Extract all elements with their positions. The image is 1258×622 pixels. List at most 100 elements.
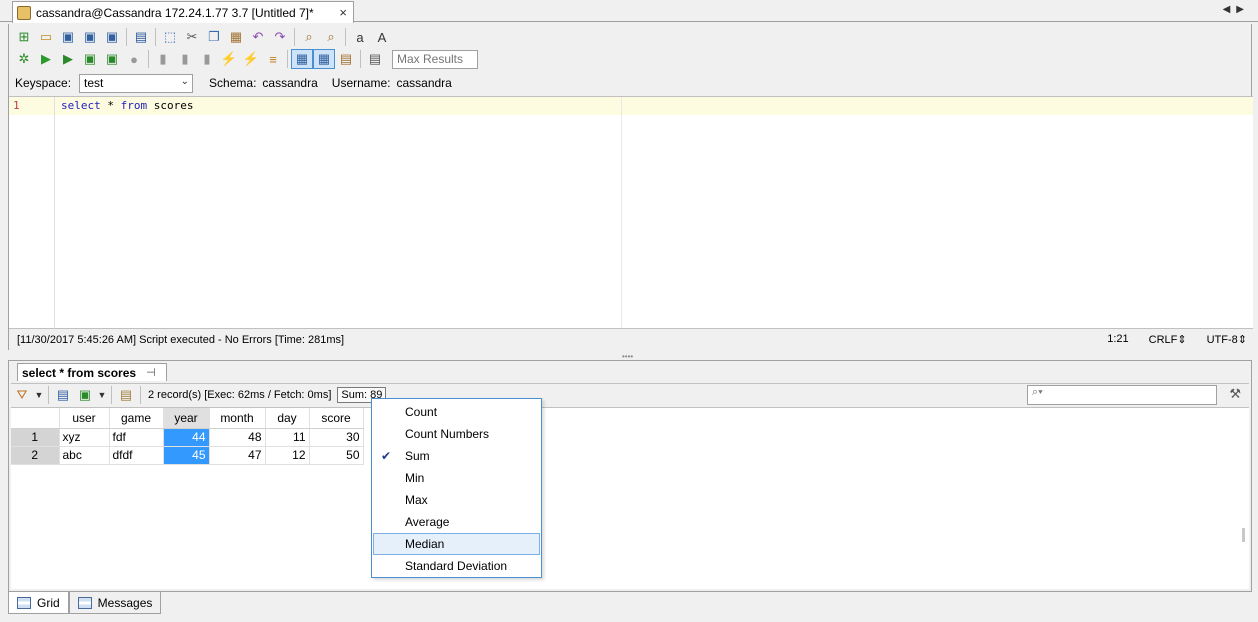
excel-export-icon[interactable]: ▣ bbox=[74, 385, 96, 405]
toolbar-separator bbox=[294, 28, 295, 46]
new-icon[interactable]: ⊞ bbox=[13, 27, 35, 47]
column-header-month[interactable]: month bbox=[209, 408, 266, 429]
chart-icon[interactable]: ⛛ bbox=[11, 385, 33, 405]
chevron-down-icon[interactable]: ▼ bbox=[33, 385, 45, 405]
transaction-begin-icon[interactable]: ▮ bbox=[152, 49, 174, 69]
menu-item-label: Sum bbox=[405, 449, 430, 463]
select-all-icon[interactable]: ⬚ bbox=[159, 27, 181, 47]
document-tab[interactable]: cassandra@Cassandra 172.24.1.77 3.7 [Unt… bbox=[12, 1, 354, 23]
cell-user[interactable]: xyz bbox=[59, 428, 110, 447]
right-margin-line bbox=[621, 97, 622, 328]
undo-icon[interactable]: ↶ bbox=[247, 27, 269, 47]
cell-game[interactable]: dfdf bbox=[109, 446, 164, 465]
keyspace-label: Keyspace: bbox=[15, 76, 72, 90]
cut-icon[interactable]: ✂ bbox=[181, 27, 203, 47]
scrollbar[interactable] bbox=[1242, 528, 1245, 542]
export-icon[interactable]: ▤ bbox=[52, 385, 74, 405]
scroll-right-icon[interactable]: ▶ bbox=[1236, 4, 1250, 15]
results-grid-icon[interactable]: ▦ bbox=[291, 49, 313, 69]
tab-messages[interactable]: Messages bbox=[68, 592, 162, 614]
menu-item-label: Standard Deviation bbox=[405, 559, 508, 573]
pin-icon[interactable]: ⊣ bbox=[146, 366, 156, 379]
open-icon[interactable]: ▭ bbox=[35, 27, 57, 47]
cell-year[interactable]: 45 bbox=[163, 446, 210, 465]
limit-results-icon[interactable]: ▤ bbox=[364, 49, 386, 69]
column-header-score[interactable]: score bbox=[309, 408, 364, 429]
cell-score[interactable]: 30 bbox=[309, 428, 364, 447]
column-header-user[interactable]: user bbox=[59, 408, 110, 429]
column-header-game[interactable]: game bbox=[109, 408, 164, 429]
chevron-down-icon[interactable]: ▼ bbox=[96, 385, 108, 405]
column-header-day[interactable]: day bbox=[265, 408, 310, 429]
font-decrease-icon[interactable]: a bbox=[349, 27, 371, 47]
menu-item-count[interactable]: Count bbox=[373, 401, 540, 423]
stop-icon[interactable]: ● bbox=[123, 49, 145, 69]
encoding-value: UTF-8 bbox=[1206, 334, 1238, 346]
execute-export-icon[interactable]: ▣ bbox=[101, 49, 123, 69]
scroll-left-icon[interactable]: ◀ bbox=[1223, 4, 1237, 15]
encoding-selector[interactable]: UTF-8⇕ bbox=[1207, 333, 1247, 346]
transaction-commit-icon[interactable]: ▮ bbox=[174, 49, 196, 69]
menu-item-count-numbers[interactable]: Count Numbers bbox=[373, 423, 540, 445]
save-all-icon[interactable]: ▣ bbox=[101, 27, 123, 47]
redo-icon[interactable]: ↷ bbox=[269, 27, 291, 47]
transaction-rollback-icon[interactable]: ▮ bbox=[196, 49, 218, 69]
line-ending-selector[interactable]: CRLF⇕ bbox=[1149, 333, 1187, 346]
cell-score[interactable]: 50 bbox=[309, 446, 364, 465]
cell-game[interactable]: fdf bbox=[109, 428, 164, 447]
copy-icon[interactable]: ❐ bbox=[203, 27, 225, 47]
cassandra-connection-icon bbox=[17, 5, 31, 20]
cell-user[interactable]: abc bbox=[59, 446, 110, 465]
save-as-icon[interactable]: ▣ bbox=[79, 27, 101, 47]
execute-current-icon[interactable]: ▶ bbox=[57, 49, 79, 69]
table-row[interactable]: 1 xyz fdf 44 48 11 30 bbox=[11, 428, 364, 447]
cell-month[interactable]: 48 bbox=[209, 428, 266, 447]
find-icon[interactable]: ⌕ bbox=[298, 27, 320, 47]
filter-input[interactable]: ⌕▾ bbox=[1027, 385, 1217, 405]
print-icon[interactable]: ▤ bbox=[130, 27, 152, 47]
results-split-icon[interactable]: ▦ bbox=[313, 49, 335, 69]
tab-grid-label: Grid bbox=[37, 595, 60, 610]
record-details-icon[interactable]: ▤ bbox=[115, 385, 137, 405]
font-increase-icon[interactable]: A bbox=[371, 27, 393, 47]
keyspace-select[interactable]: test ⌄ bbox=[79, 73, 194, 93]
wrench-icon[interactable]: ⚒ bbox=[1229, 386, 1241, 402]
menu-item-average[interactable]: Average bbox=[373, 511, 540, 533]
column-header-year[interactable]: year bbox=[163, 408, 210, 429]
results-tab[interactable]: select * from scores ⊣ bbox=[17, 363, 167, 381]
menu-item-label: Max bbox=[405, 493, 428, 507]
close-icon[interactable]: × bbox=[339, 5, 347, 20]
menu-item-label: Min bbox=[405, 471, 425, 485]
username-value: cassandra bbox=[396, 76, 452, 90]
execute-step-icon[interactable]: ▣ bbox=[79, 49, 101, 69]
menu-item-max[interactable]: Max bbox=[373, 489, 540, 511]
line-ending-value: CRLF bbox=[1148, 334, 1178, 346]
toolbar-separator bbox=[155, 28, 156, 46]
cell-year[interactable]: 44 bbox=[163, 428, 210, 447]
max-results-input[interactable] bbox=[392, 49, 478, 69]
results-grid[interactable]: user game year month day score 1 xyz fdf… bbox=[11, 407, 1249, 589]
format-icon[interactable]: ≡ bbox=[262, 49, 284, 69]
menu-item-median[interactable]: Median bbox=[373, 533, 540, 555]
row-number[interactable]: 1 bbox=[11, 428, 60, 447]
paste-icon[interactable]: ▦ bbox=[225, 27, 247, 47]
line-number-gutter bbox=[9, 97, 55, 328]
results-text-icon[interactable]: ▤ bbox=[335, 49, 357, 69]
cell-day[interactable]: 12 bbox=[265, 446, 310, 465]
menu-item-sum[interactable]: ✔ Sum bbox=[373, 445, 540, 467]
sql-code-line[interactable]: select * from scores bbox=[61, 99, 193, 112]
tab-grid[interactable]: Grid bbox=[8, 592, 69, 614]
plug-icon[interactable]: ⚡ bbox=[218, 49, 240, 69]
cell-month[interactable]: 47 bbox=[209, 446, 266, 465]
menu-item-standard-deviation[interactable]: Standard Deviation bbox=[373, 555, 540, 577]
save-icon[interactable]: ▣ bbox=[57, 27, 79, 47]
table-row[interactable]: 2 abc dfdf 45 47 12 50 bbox=[11, 446, 364, 465]
execute-all-icon[interactable]: ✲ bbox=[13, 49, 35, 69]
unplug-icon[interactable]: ⚡ bbox=[240, 49, 262, 69]
code-editor[interactable]: 1 select * from scores bbox=[9, 96, 1253, 328]
cell-day[interactable]: 11 bbox=[265, 428, 310, 447]
replace-icon[interactable]: ⌕ bbox=[320, 27, 342, 47]
execute-icon[interactable]: ▶ bbox=[35, 49, 57, 69]
row-number[interactable]: 2 bbox=[11, 446, 60, 465]
menu-item-min[interactable]: Min bbox=[373, 467, 540, 489]
